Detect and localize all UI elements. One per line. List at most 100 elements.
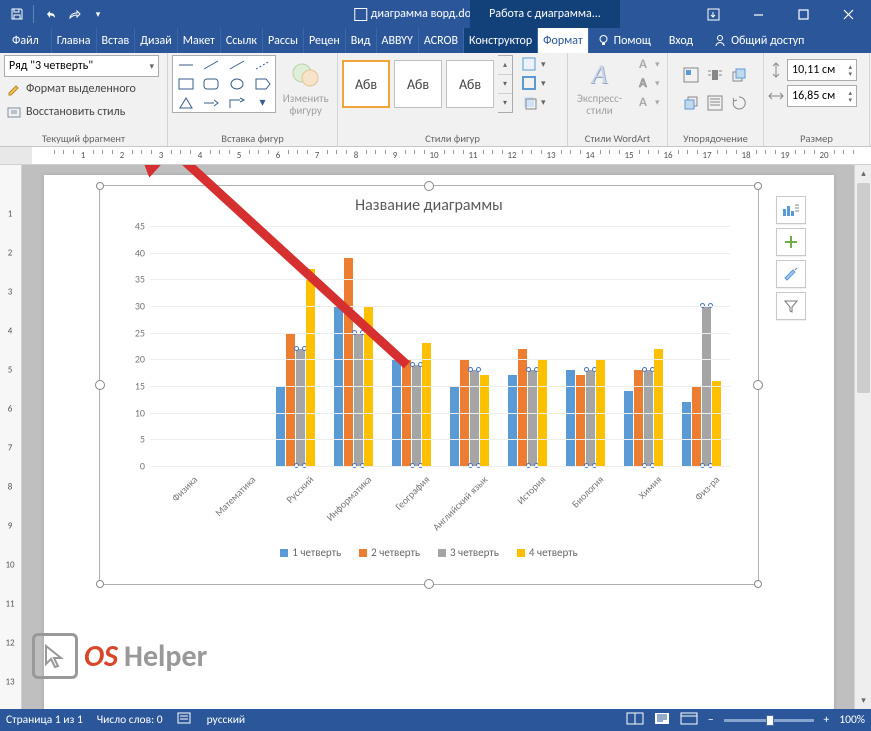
- wordart-icon: A: [584, 59, 616, 91]
- tab-chart-format[interactable]: Формат: [538, 28, 588, 53]
- tab-design[interactable]: Дизай: [135, 28, 178, 53]
- ribbon-display-options[interactable]: [691, 0, 736, 28]
- chart-elements-button[interactable]: [776, 196, 806, 224]
- wordart-quick-styles: A Экспресс- стили: [572, 55, 627, 116]
- wrap-text-button[interactable]: [705, 66, 725, 84]
- reset-style-icon: [6, 104, 22, 120]
- chart-legend[interactable]: 1 четверть2 четверть3 четверть4 четверть: [100, 546, 758, 559]
- redo-icon[interactable]: [63, 3, 85, 25]
- vertical-scrollbar[interactable]: ▴ ▾: [854, 165, 871, 709]
- tab-chart-design[interactable]: Конструктор: [464, 28, 538, 53]
- group-arrange: Упорядочение: [668, 53, 764, 146]
- shape-effects-button[interactable]: [519, 93, 539, 111]
- reset-to-match-style-button[interactable]: Восстановить стиль: [4, 101, 125, 123]
- ribbon-tabs: Файл Главна Встав Дизай Макет Ссылк Расс…: [0, 28, 871, 53]
- group-label: Текущий фрагмент: [4, 130, 163, 146]
- rotate-button[interactable]: [729, 94, 749, 112]
- quick-access-toolbar: ▾: [0, 3, 109, 25]
- tab-acrobat[interactable]: ACROB: [419, 28, 464, 53]
- share-button[interactable]: Общий доступ: [703, 28, 814, 53]
- text-effects-button[interactable]: A: [633, 93, 653, 111]
- word-icon: [354, 8, 367, 21]
- status-words[interactable]: Число слов: 0: [97, 713, 163, 727]
- status-bar: Страница 1 из 1 Число слов: 0 русский − …: [0, 709, 871, 731]
- ruler-vertical: 1234567891011121314: [0, 165, 22, 709]
- chart-object[interactable]: Название диаграммы 051015202530354045 Фи…: [99, 185, 759, 585]
- maximize-button[interactable]: [781, 0, 826, 28]
- change-shape-icon: [290, 59, 322, 91]
- shape-width-input[interactable]: 16,85 см▴▾: [787, 85, 857, 107]
- zoom-out-button[interactable]: −: [708, 713, 714, 727]
- shape-style-item[interactable]: Абв: [342, 60, 390, 108]
- group-current-selection: Ряд "3 четверть"▾ Формат выделенного Вос…: [0, 53, 168, 146]
- position-button[interactable]: [681, 66, 701, 84]
- titlebar: ▾ диаграмма ворд.docx - Word Работа с ди…: [0, 0, 871, 28]
- gallery-scroll[interactable]: ▴▾▾: [498, 55, 513, 113]
- chart-styles-button[interactable]: [776, 260, 806, 288]
- cursor-icon: [32, 633, 78, 679]
- group-label: Упорядочение: [672, 130, 759, 146]
- tab-abbyy[interactable]: ABBYY: [377, 28, 419, 53]
- tab-layout[interactable]: Макет: [178, 28, 221, 53]
- chart-add-element-button[interactable]: [776, 228, 806, 256]
- save-icon[interactable]: [6, 3, 28, 25]
- qat-customize-icon[interactable]: ▾: [87, 3, 109, 25]
- zoom-in-button[interactable]: +: [824, 713, 830, 727]
- bulb-icon: [597, 34, 610, 47]
- selection-pane-button[interactable]: [705, 94, 725, 112]
- watermark: OSHelper: [32, 633, 207, 679]
- page[interactable]: Название диаграммы 051015202530354045 Фи…: [44, 175, 834, 709]
- view-read-mode[interactable]: [626, 712, 644, 729]
- group-shape-styles: Абв Абв Абв ▴▾▾ ▾ ▾ ▾ Стили фигур: [338, 53, 568, 146]
- chart-filters-button[interactable]: [776, 292, 806, 320]
- view-web-layout[interactable]: [680, 712, 698, 729]
- tab-references[interactable]: Ссылк: [221, 28, 263, 53]
- group-wordart: A Экспресс- стили A▾ A▾ A▾ Стили WordArt: [568, 53, 668, 146]
- shape-styles-gallery[interactable]: Абв Абв Абв ▴▾▾: [342, 55, 513, 113]
- text-outline-button[interactable]: A: [633, 74, 653, 92]
- group-insert-shapes: ▾ Изменить фигуру Вставка фигур: [168, 53, 338, 146]
- tab-insert[interactable]: Встав: [97, 28, 136, 53]
- group-label: Вставка фигур: [172, 130, 333, 146]
- width-icon: [768, 88, 784, 104]
- format-selection-icon: [6, 81, 22, 97]
- shape-style-item[interactable]: Абв: [394, 60, 442, 108]
- minimize-button[interactable]: [736, 0, 781, 28]
- bring-forward-button[interactable]: [729, 66, 749, 84]
- zoom-slider[interactable]: [724, 719, 814, 722]
- status-page[interactable]: Страница 1 из 1: [6, 713, 83, 727]
- contextual-tab-title: Работа с диаграмма...: [470, 0, 620, 28]
- view-print-layout[interactable]: [654, 712, 670, 729]
- ribbon: Ряд "3 четверть"▾ Формат выделенного Вос…: [0, 53, 871, 147]
- share-icon: [713, 34, 727, 48]
- shape-fill-button[interactable]: [519, 55, 539, 73]
- document-area: 1234567891011121314 Название диаграммы 0…: [0, 165, 871, 709]
- undo-icon[interactable]: [39, 3, 61, 25]
- tell-me[interactable]: Помощ: [589, 28, 659, 53]
- tab-review[interactable]: Рецен: [304, 28, 346, 53]
- signin[interactable]: Вход: [659, 28, 703, 53]
- zoom-level[interactable]: 100%: [839, 713, 865, 727]
- tab-file[interactable]: Файл: [0, 28, 52, 53]
- shape-outline-button[interactable]: [519, 74, 539, 92]
- height-icon: [768, 62, 784, 78]
- group-label: Стили WordArt: [572, 130, 663, 146]
- change-shape-button: Изменить фигуру: [278, 55, 333, 116]
- status-language[interactable]: русский: [207, 713, 246, 727]
- group-label: Стили фигур: [342, 130, 563, 146]
- shapes-gallery[interactable]: ▾: [172, 55, 276, 113]
- close-button[interactable]: [826, 0, 871, 28]
- status-proofing-icon[interactable]: [177, 711, 193, 729]
- shape-style-item[interactable]: Абв: [446, 60, 494, 108]
- text-fill-button[interactable]: A: [633, 55, 653, 73]
- ruler-horizontal: 1234567891011121314151617181920: [0, 147, 871, 165]
- chart-plot-area[interactable]: 051015202530354045: [150, 226, 730, 466]
- tab-home[interactable]: Главна: [52, 28, 97, 53]
- chart-element-selector[interactable]: Ряд "3 четверть"▾: [4, 55, 159, 77]
- shape-height-input[interactable]: 10,11 см▴▾: [787, 59, 857, 81]
- tab-view[interactable]: Вид: [346, 28, 377, 53]
- send-backward-button[interactable]: [681, 94, 701, 112]
- tab-mailings[interactable]: Рассы: [263, 28, 304, 53]
- group-size: 10,11 см▴▾ 16,85 см▴▾ Размер: [764, 53, 870, 146]
- format-selection-button[interactable]: Формат выделенного: [4, 78, 136, 100]
